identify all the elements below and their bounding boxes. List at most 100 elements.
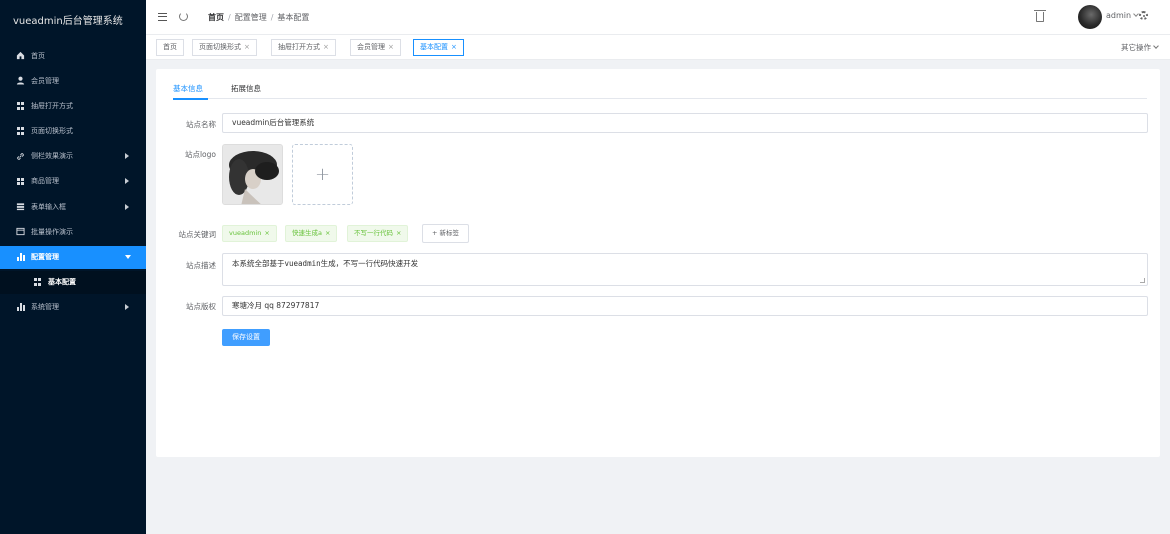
breadcrumb-separator: /: [270, 13, 274, 22]
sidebar-item-products[interactable]: 商品管理: [0, 170, 146, 193]
tag-tab-home[interactable]: 首页: [156, 39, 184, 56]
new-tag-button[interactable]: + 新标签: [422, 224, 470, 243]
tag-label: 基本配置: [420, 43, 448, 51]
sidebar-item-members[interactable]: 会员管理: [0, 69, 146, 92]
keyword-tag-label: vueadmin: [229, 229, 262, 237]
chevron-down-icon: [1153, 43, 1159, 49]
gear-icon[interactable]: [1139, 11, 1148, 20]
sidebar-item-label: 批量操作演示: [31, 227, 73, 236]
window-icon: [16, 227, 25, 236]
tag-tab-drawer[interactable]: 抽屉打开方式 ×: [271, 39, 336, 56]
description-textarea[interactable]: 本系统全部基于vueadmin生成，不写一行代码快速开发: [222, 253, 1148, 286]
sidebar-item-label: 系统管理: [31, 303, 59, 312]
sidebar-item-config[interactable]: 配置管理: [0, 245, 146, 269]
site-name-label: 站点名称: [186, 120, 216, 129]
form-tabs: 基本信息 拓展信息: [173, 78, 1147, 100]
sidebar-item-label: 表单输入框: [31, 202, 66, 211]
close-icon[interactable]: ×: [323, 43, 329, 51]
breadcrumb-item-home[interactable]: 首页: [208, 13, 224, 22]
sidebar-item-sidebar-demo[interactable]: 侧栏效果演示: [0, 145, 146, 168]
tags-bar: 首页 页面切换形式 × 抽屉打开方式 × 会员管理 × 基本配置 × 其它操作: [146, 35, 1170, 60]
sidebar-item-label: 基本配置: [48, 278, 76, 287]
user-name: admin: [1106, 11, 1132, 20]
close-icon[interactable]: ×: [451, 43, 457, 51]
caret-right-icon: [125, 178, 129, 185]
grid-icon: [16, 177, 25, 186]
site-name-input[interactable]: vueadmin后台管理系统: [222, 113, 1148, 133]
keyword-tag: 快速生成a ×: [285, 225, 338, 242]
grid-icon: [33, 278, 42, 287]
description-text: 本系统全部基于vueadmin生成，不写一行代码快速开发: [232, 259, 419, 268]
active-tab-indicator: [173, 97, 208, 100]
sidebar-item-label: 侧栏效果演示: [31, 152, 73, 161]
avatar[interactable]: [1078, 5, 1102, 29]
tag-label: 页面切换形式: [199, 43, 241, 51]
user-menu[interactable]: admin: [1106, 11, 1139, 20]
tab-extended-info[interactable]: 拓展信息: [231, 83, 261, 94]
keywords-label: 站点关键词: [178, 230, 217, 239]
sidebar-item-label: 抽屉打开方式: [31, 101, 73, 110]
sidebar-item-page-switch[interactable]: 页面切换形式: [0, 120, 146, 143]
home-icon: [16, 51, 25, 60]
keyword-tag: 不写一行代码 ×: [347, 225, 409, 242]
breadcrumb-item-config: 配置管理: [234, 13, 267, 22]
keyword-tag: vueadmin ×: [222, 225, 277, 242]
sidebar-item-label: 页面切换形式: [31, 127, 73, 136]
caret-down-icon: [125, 255, 131, 259]
close-icon[interactable]: ×: [264, 229, 269, 237]
user-icon: [16, 76, 25, 85]
caret-right-icon: [125, 304, 129, 311]
sidebar: vueadmin后台管理系统 首页 会员管理 抽屉打开方式 页面切换形式 侧栏效…: [0, 0, 146, 534]
logo-upload-button[interactable]: +: [292, 144, 353, 205]
menu-toggle-icon[interactable]: [158, 13, 167, 21]
caret-right-icon: [125, 153, 129, 160]
grid-icon: [16, 127, 25, 136]
plus-icon: +: [314, 164, 331, 185]
breadcrumb: 首页 / 配置管理 / 基本配置: [208, 12, 309, 23]
keyword-tag-label: 快速生成a: [292, 229, 322, 237]
grid-icon: [16, 101, 25, 110]
sidebar-item-form-input[interactable]: 表单输入框: [0, 195, 146, 218]
tag-tab-page-switch[interactable]: 页面切换形式 ×: [192, 39, 257, 56]
keyword-tag-label: 不写一行代码: [354, 229, 393, 237]
close-icon[interactable]: ×: [325, 229, 330, 237]
stack-icon: [16, 202, 25, 211]
copyright-input[interactable]: 寒塘冷月 qq 872977817: [222, 296, 1148, 316]
tag-label: 首页: [163, 43, 177, 51]
description-label: 站点描述: [186, 261, 216, 270]
other-ops-label: 其它操作: [1121, 43, 1151, 52]
tab-basic-info[interactable]: 基本信息: [173, 83, 203, 94]
copyright-label: 站点版权: [186, 302, 216, 311]
refresh-icon[interactable]: [179, 12, 188, 21]
bar-chart-icon: [16, 253, 25, 262]
tag-label: 抽屉打开方式: [278, 43, 320, 51]
trash-icon[interactable]: [1034, 10, 1046, 22]
close-icon[interactable]: ×: [396, 229, 401, 237]
sidebar-item-home[interactable]: 首页: [0, 44, 146, 67]
config-card: 基本信息 拓展信息 站点名称 vueadmin后台管理系统 站点logo + 站…: [156, 69, 1160, 457]
sidebar-item-basic-config[interactable]: 基本配置: [0, 270, 146, 294]
breadcrumb-item-basic: 基本配置: [277, 13, 310, 22]
top-header: 首页 / 配置管理 / 基本配置 admin: [146, 0, 1170, 35]
sidebar-item-drawer[interactable]: 抽屉打开方式: [0, 94, 146, 117]
save-button[interactable]: 保存设置: [222, 329, 270, 346]
resize-handle[interactable]: [1140, 278, 1145, 283]
tag-tab-basic-config[interactable]: 基本配置 ×: [413, 39, 464, 56]
tag-label: 会员管理: [357, 43, 385, 51]
sidebar-item-batch-ops[interactable]: 批量操作演示: [0, 220, 146, 243]
breadcrumb-separator: /: [228, 13, 231, 22]
other-ops-dropdown[interactable]: 其它操作: [1121, 42, 1159, 53]
tag-tab-members[interactable]: 会员管理 ×: [350, 39, 401, 56]
sidebar-item-label: 商品管理: [31, 177, 59, 186]
bar-chart-icon: [16, 303, 25, 312]
link-icon: [16, 152, 25, 161]
close-icon[interactable]: ×: [388, 43, 394, 51]
sidebar-item-label: 首页: [31, 51, 45, 60]
sidebar-item-label: 配置管理: [31, 253, 59, 261]
close-icon[interactable]: ×: [244, 43, 250, 51]
brand-title: vueadmin后台管理系统: [13, 16, 123, 27]
caret-right-icon: [125, 203, 129, 210]
sidebar-item-system[interactable]: 系统管理: [0, 296, 146, 319]
site-logo-label: 站点logo: [184, 150, 216, 159]
sidebar-item-label: 会员管理: [31, 76, 59, 85]
